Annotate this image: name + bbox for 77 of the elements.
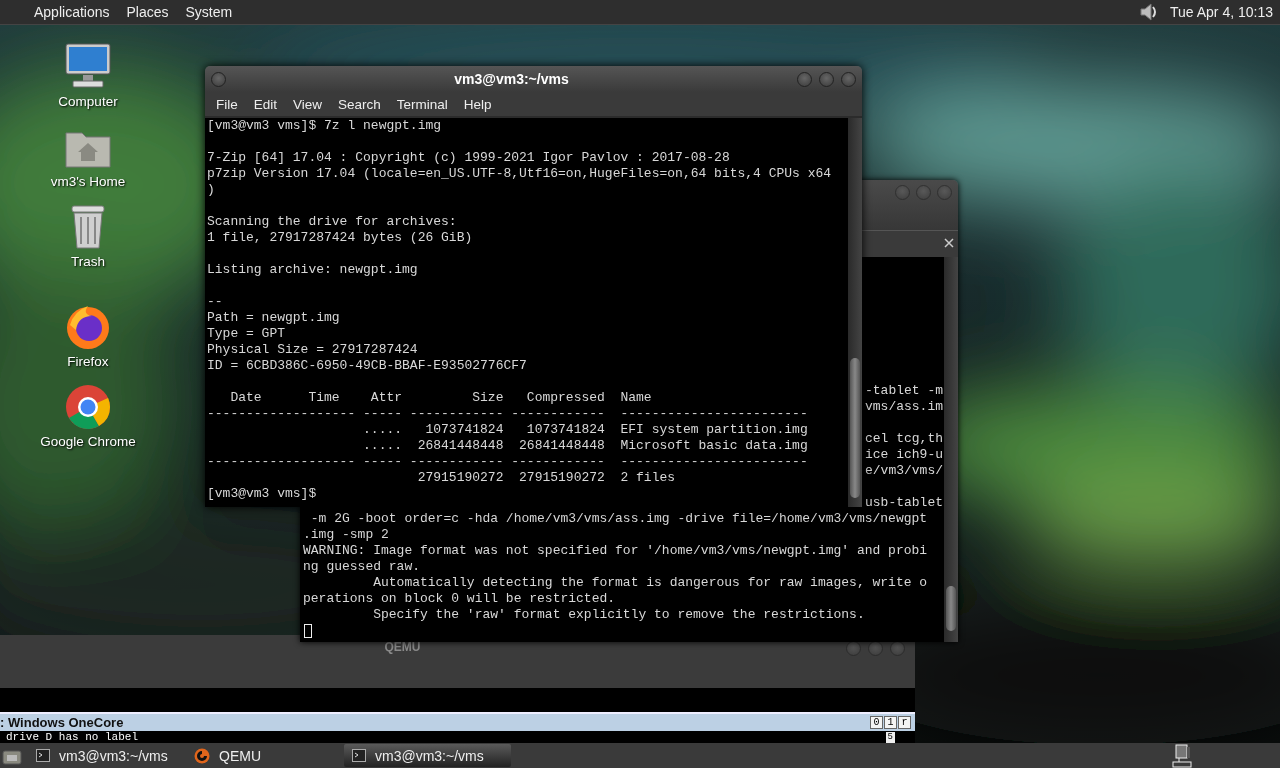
workspace-icon[interactable] (1171, 743, 1195, 768)
text-cursor (304, 624, 312, 638)
terminal-line: WARNING: Image format was not specified for '/home/vm3/vms/newgpt.img' and probi (303, 543, 929, 559)
window-button[interactable] (819, 71, 834, 87)
guest-window-button[interactable]: r (898, 716, 911, 730)
terminal-line: 1 file, 27917287424 bytes (26 GiB) (207, 230, 474, 246)
terminal-line: ) (207, 182, 216, 198)
console-counter: 5 (885, 731, 895, 743)
terminal-line: ice ich9-u (865, 447, 944, 463)
terminal-line: ID = 6CBD386C-6950-49CB-BBAF-E93502776CF7 (207, 358, 528, 374)
guest-window-button[interactable]: 0 (870, 716, 883, 730)
menu-item[interactable]: Edit (245, 96, 286, 112)
window-button[interactable] (841, 71, 856, 87)
terminal-line: ..... 26841448448 26841448448 Microsoft basic data.img (362, 438, 809, 454)
console-line: drive D has no label (5, 731, 139, 743)
terminal-line: 7-Zip [64] 17.04 : Copyright (c) 1999-2021 Igor Pavlov : 2017-08-28 (207, 150, 731, 166)
window-button[interactable] (916, 185, 931, 200)
menu-item[interactable]: Search (330, 96, 389, 112)
chrome-icon[interactable] (64, 383, 112, 431)
panel-menu[interactable]: Applications (34, 4, 110, 20)
terminal-line: ..... 1073741824 1073741824 EFI system partition.img (362, 422, 809, 438)
terminal-line: Path = newgpt.img (207, 310, 341, 326)
menu-item[interactable]: View (285, 96, 331, 112)
terminal-line: -tablet -m (865, 383, 944, 399)
guest-window-title: : Windows OneCore (0, 715, 124, 731)
terminal-icon (36, 749, 50, 762)
window-button[interactable] (937, 185, 952, 200)
terminal-line: -- (207, 294, 224, 310)
terminal-line: vms/ass.im (865, 399, 944, 415)
desktop-icon-label[interactable]: Computer (58, 94, 118, 109)
scrollbar[interactable] (944, 257, 958, 642)
terminal-line: cel tcg,th (865, 431, 944, 447)
terminal-line: [vm3@vm3 vms]$ (207, 486, 318, 502)
guest-window-button[interactable]: 1 (884, 716, 897, 730)
terminal-line: Physical Size = 27917287424 (207, 342, 419, 358)
terminal-line: Scanning the drive for archives: (207, 214, 458, 230)
taskbar-button[interactable]: vm3@vm3:~/vms (344, 744, 511, 767)
terminal-line: Type = GPT (207, 326, 286, 342)
terminal-line: Specify the 'raw' format explicitly to remove the restrictions. (372, 607, 866, 623)
window-button[interactable] (797, 71, 812, 87)
terminal-line: p7zip Version 17.04 (locale=en_US.UTF-8,Utf16=on,HugeFiles=on,64 bits,4 CPUs x64 (207, 166, 833, 182)
terminal-line: ------------------- ----- ------------ ------------ ------------------------ (207, 406, 809, 422)
computer-icon[interactable] (63, 41, 113, 91)
panel-menu[interactable]: System (185, 4, 233, 20)
terminal-line: -m 2G -boot order=c -hda /home/vm3/vms/ass.img -drive file=/home/vm3/vms/newgpt (309, 511, 929, 527)
taskbar-button[interactable]: vm3@vm3:~/vms (28, 744, 178, 767)
terminal-icon (352, 749, 366, 762)
fox-globe-icon[interactable] (64, 303, 112, 351)
terminal-line: usb-tablet (865, 495, 944, 511)
window-title: vm3@vm3:~/vms (453, 71, 570, 87)
terminal-line: ng guessed raw. (303, 559, 422, 575)
scrollbar[interactable] (848, 118, 862, 507)
desktop-icon-label[interactable]: Firefox (67, 354, 109, 369)
terminal-line: Automatically detecting the format is dangerous for raw images, write o (372, 575, 929, 591)
close-icon[interactable] (944, 238, 954, 248)
menu-item[interactable]: File (208, 96, 246, 112)
window-title: QEMU (384, 639, 421, 654)
terminal-line: Date Time Attr Size Compressed Name (229, 390, 653, 406)
window-button[interactable] (895, 185, 910, 200)
terminal-line: .img -smp 2 (303, 527, 390, 543)
terminal-line: ------------------- ----- ------------ ------------ ------------------------ (207, 454, 809, 470)
terminal-line: perations on block 0 will be restricted. (303, 591, 617, 607)
menu-item[interactable]: Terminal (388, 96, 456, 112)
trash-icon[interactable] (68, 203, 108, 251)
desktop-icon-label[interactable]: Google Chrome (40, 434, 136, 449)
desktop-icon-label[interactable]: vm3's Home (50, 174, 126, 189)
terminal-line: 27915190272 27915190272 2 files (416, 470, 677, 486)
window-menu-button[interactable] (211, 71, 226, 87)
menu-item[interactable]: Help (455, 96, 500, 112)
taskbar-button[interactable]: QEMU (186, 744, 336, 767)
desktop-icon-label[interactable]: Trash (71, 254, 105, 269)
qemu-logo-icon (194, 747, 210, 764)
terminal-line: [vm3@vm3 vms]$ 7z l newgpt.img (207, 118, 443, 134)
clock[interactable]: Tue Apr 4, 10:13 (1170, 4, 1273, 20)
terminal-line: Listing archive: newgpt.img (207, 262, 419, 278)
panel-menu[interactable]: Places (126, 4, 169, 20)
terminal-line: e/vm3/vms/ (865, 463, 944, 479)
